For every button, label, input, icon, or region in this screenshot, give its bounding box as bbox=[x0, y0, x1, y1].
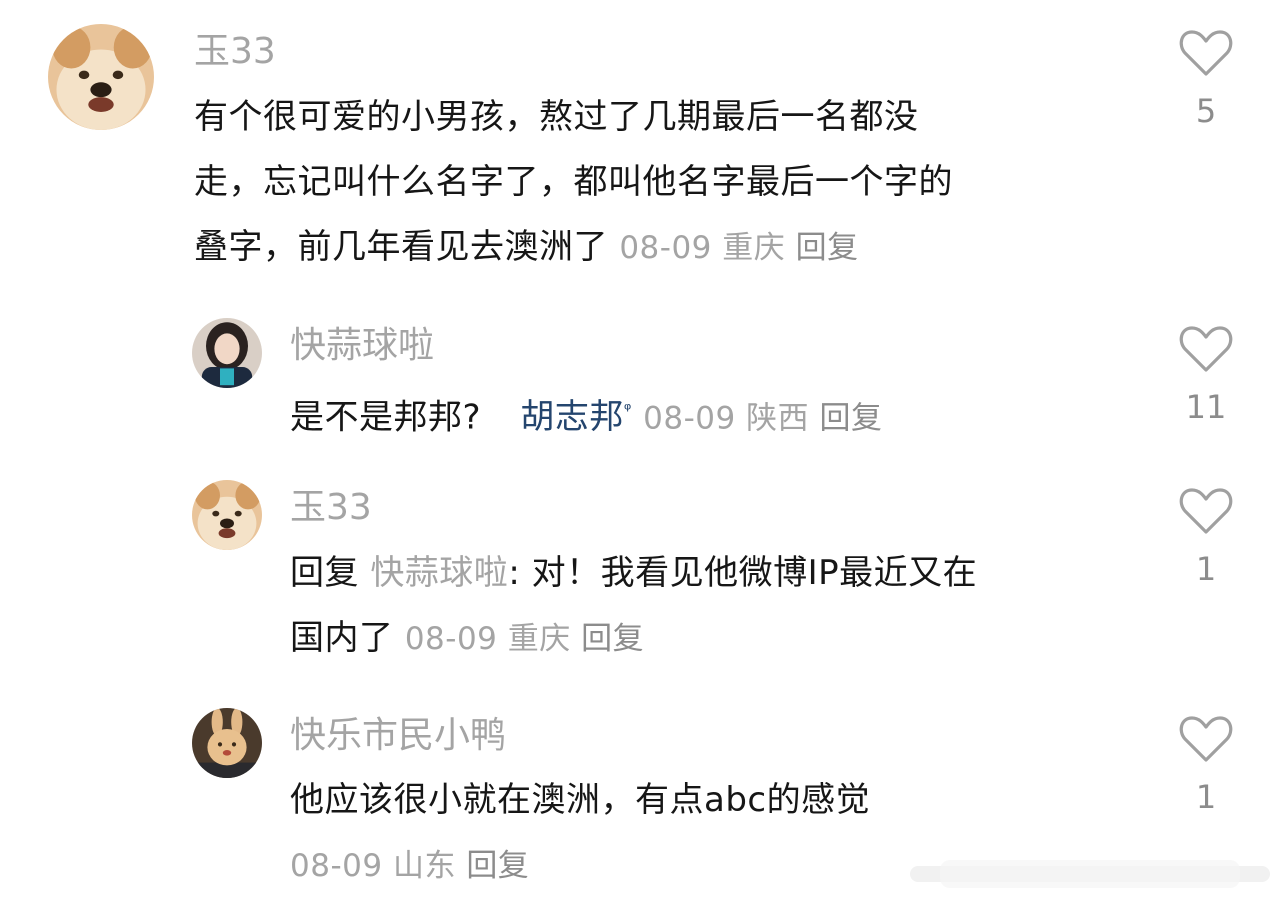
username[interactable]: 玉33 bbox=[194, 30, 276, 74]
comment-date: 08-09 bbox=[643, 400, 736, 437]
avatar[interactable] bbox=[48, 24, 154, 130]
like-button[interactable]: 11 bbox=[1179, 324, 1233, 424]
like-button[interactable]: 1 bbox=[1179, 486, 1233, 586]
comment-text: 是不是邦邦? 胡志邦ᵠ 08-09 陕西 回复 bbox=[290, 378, 1170, 451]
mention-link[interactable]: 快蒜球啦 bbox=[370, 553, 508, 593]
dog-avatar-image bbox=[48, 24, 154, 130]
dog-avatar-image bbox=[192, 480, 262, 550]
username[interactable]: 玉33 bbox=[290, 486, 372, 530]
watermark-image bbox=[910, 860, 1270, 888]
comment-location: 山东 bbox=[392, 848, 456, 884]
reply-button[interactable]: 回复 bbox=[819, 400, 882, 436]
comment-meta: 08-09 山东 回复 bbox=[290, 848, 529, 884]
like-button[interactable]: 1 bbox=[1179, 714, 1233, 814]
girl-avatar-image bbox=[192, 318, 262, 388]
comment-meta: 08-09 陕西 回复 bbox=[643, 400, 882, 436]
heart-icon bbox=[1179, 326, 1233, 372]
heart-icon bbox=[1179, 488, 1233, 534]
reply-button[interactable]: 回复 bbox=[466, 848, 529, 884]
username[interactable]: 快蒜球啦 bbox=[290, 324, 434, 368]
comment-meta: 08-09 重庆 回复 bbox=[619, 230, 858, 266]
comment-text-line: 国内了 08-09 重庆 回复 bbox=[290, 606, 1170, 672]
comment-text-line: 是不是邦邦? bbox=[290, 397, 482, 438]
like-count: 1 bbox=[1195, 778, 1217, 816]
comment-text: 回复 快蒜球啦: 对！我看见他微博IP最近又在 国内了 08-09 重庆 回复 bbox=[290, 541, 1170, 672]
avatar[interactable] bbox=[192, 318, 262, 388]
like-count: 11 bbox=[1185, 388, 1227, 426]
comment-text-line: 他应该很小就在澳洲，有点abc的感觉 bbox=[290, 780, 871, 820]
bunny-avatar-image bbox=[192, 708, 262, 778]
heart-icon bbox=[1179, 30, 1233, 76]
comment-location: 重庆 bbox=[722, 230, 786, 266]
reply-button[interactable]: 回复 bbox=[581, 621, 644, 657]
search-icon: ᵠ bbox=[623, 400, 632, 421]
comment-text-line: 有个很可爱的小男孩，熬过了几期最后一名都没 bbox=[194, 97, 919, 137]
comment-text-tail: 叠字，前几年看见去澳洲了 bbox=[194, 227, 608, 267]
comment-text: 有个很可爱的小男孩，熬过了几期最后一名都没 走，忘记叫什么名字了，都叫他名字最后… bbox=[194, 85, 1154, 281]
comment-text-line: 走，忘记叫什么名字了，都叫他名字最后一个字的 bbox=[194, 162, 953, 202]
comment-text-line: 叠字，前几年看见去澳洲了 08-09 重庆 回复 bbox=[194, 215, 1154, 281]
search-tag-link[interactable]: 胡志邦ᵠ bbox=[520, 397, 631, 437]
heart-icon bbox=[1179, 716, 1233, 762]
comment-text-line: 回复 快蒜球啦: 对！我看见他微博IP最近又在 bbox=[290, 541, 1170, 606]
comment-date: 08-09 bbox=[404, 621, 498, 657]
reply-prefix: 回复 bbox=[290, 553, 359, 593]
username[interactable]: 快乐市民小鸭 bbox=[290, 714, 506, 758]
comment-date: 08-09 bbox=[290, 848, 383, 884]
reply-button[interactable]: 回复 bbox=[796, 230, 859, 266]
comment-location: 重庆 bbox=[507, 621, 571, 657]
comment-meta: 08-09 重庆 回复 bbox=[405, 621, 644, 657]
like-count: 1 bbox=[1195, 550, 1217, 588]
avatar[interactable] bbox=[192, 708, 262, 778]
comment-location: 陕西 bbox=[746, 400, 810, 437]
comment-text-tail: : 对！我看见他微博IP最近又在 bbox=[508, 553, 978, 593]
comment-text-tail: 国内了 bbox=[290, 618, 394, 658]
comment-date: 08-09 bbox=[619, 230, 712, 266]
like-button[interactable]: 5 bbox=[1179, 28, 1233, 128]
avatar[interactable] bbox=[192, 480, 262, 550]
like-count: 5 bbox=[1195, 92, 1217, 130]
search-tag-text[interactable]: 胡志邦 bbox=[520, 397, 624, 437]
